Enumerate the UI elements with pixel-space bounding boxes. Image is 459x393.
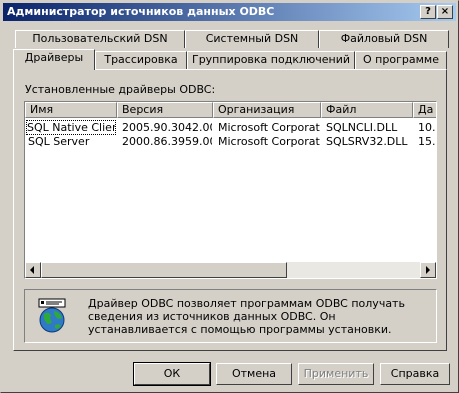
drivers-panel: Установленные драйверы ODBC: Имя Версия … <box>13 69 447 351</box>
column-header-date[interactable]: Да <box>413 102 436 118</box>
driver-name-cell: SQL Native Client <box>26 120 116 135</box>
close-button[interactable]: × <box>437 5 453 19</box>
cancel-button[interactable]: Отмена <box>216 363 292 385</box>
scroll-thumb[interactable] <box>41 262 287 278</box>
driver-info-box: Драйвер ODBC позволяет программам ODBC п… <box>24 289 437 343</box>
odbc-admin-window: Администратор источников данных ODBC ? ×… <box>0 0 459 393</box>
apply-button[interactable]: Применить <box>298 363 374 385</box>
driver-company-cell: Microsoft Corporation <box>218 135 320 148</box>
driver-info-text: Драйвер ODBC позволяет программам ODBC п… <box>88 297 405 336</box>
scroll-right-button[interactable] <box>420 262 436 278</box>
driver-date-cell: 10.0 <box>418 121 436 134</box>
horizontal-scrollbar[interactable] <box>25 262 436 278</box>
column-header-name[interactable]: Имя <box>25 102 117 118</box>
window-title: Администратор источников данных ODBC <box>7 5 275 18</box>
scroll-left-button[interactable] <box>25 262 41 278</box>
arrow-right-icon <box>426 266 430 274</box>
driver-name-cell: SQL Server <box>28 135 90 148</box>
driver-version-cell: 2005.90.3042.00 <box>122 121 212 134</box>
apply-button-label: Применить <box>303 367 369 380</box>
title-bar[interactable]: Администратор источников данных ODBC ? × <box>3 3 456 21</box>
ok-button[interactable]: ОК <box>133 362 211 386</box>
driver-file-cell: SQLNCLI.DLL <box>326 121 398 134</box>
tab-system-dsn[interactable]: Системный DSN <box>185 30 319 48</box>
column-header-company[interactable]: Организация <box>213 102 321 118</box>
help-title-button[interactable]: ? <box>420 5 436 19</box>
driver-date-cell: 15.0 <box>418 135 436 148</box>
tab-about[interactable]: О программе <box>355 51 447 69</box>
tab-file-dsn[interactable]: Файловый DSN <box>319 30 449 48</box>
tab-tracing[interactable]: Трассировка <box>95 51 187 69</box>
help-button[interactable]: Справка <box>380 363 450 385</box>
tab-drivers[interactable]: Драйверы <box>13 49 95 70</box>
odbc-globe-icon <box>38 298 66 333</box>
installed-drivers-label: Установленные драйверы ODBC: <box>25 83 216 96</box>
tab-connection-pooling[interactable]: Группировка подключений <box>187 51 355 69</box>
drivers-list[interactable]: Имя Версия Организация Файл Да SQL Nativ… <box>24 101 437 279</box>
driver-company-cell: Microsoft Corporation <box>218 121 320 134</box>
driver-version-cell: 2000.86.3959.00 <box>122 135 212 148</box>
driver-file-cell: SQLSRV32.DLL <box>326 135 408 148</box>
arrow-left-icon <box>30 266 34 274</box>
tab-user-dsn[interactable]: Пользовательский DSN <box>15 30 185 48</box>
column-header-version[interactable]: Версия <box>117 102 213 118</box>
column-header-file[interactable]: Файл <box>321 102 413 118</box>
